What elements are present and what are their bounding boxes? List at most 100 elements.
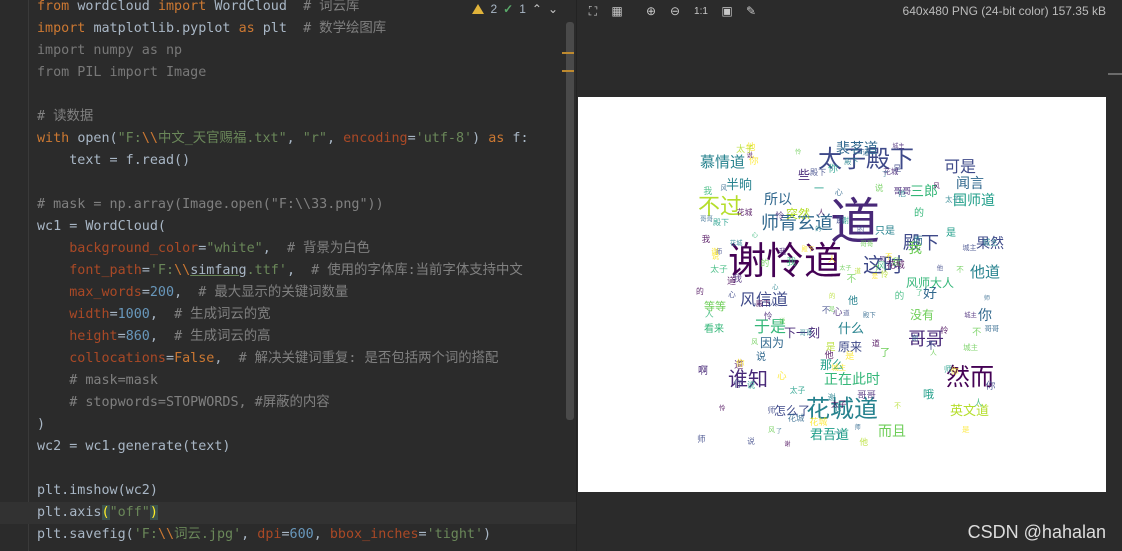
inspection-widget[interactable]: 2 ✓ 1 ⌃ ⌄ <box>472 2 558 16</box>
code-line[interactable]: wc2 = wc1.generate(text) <box>37 436 576 458</box>
code-token: import <box>37 21 94 36</box>
code-token: as <box>488 131 513 146</box>
wordcloud-word: 是 <box>828 305 835 313</box>
code-token: encoding <box>343 131 408 146</box>
wordcloud-word: 我 <box>778 246 787 256</box>
code-token: text = f.read() <box>37 153 191 168</box>
wordcloud-word: 道 <box>862 148 870 158</box>
warning-marker[interactable] <box>562 52 574 54</box>
code-line[interactable]: width=1000, # 生成词云的宽 <box>37 304 576 326</box>
wordcloud-word: 殿下 <box>844 156 859 166</box>
code-line[interactable]: text = f.read() <box>37 150 576 172</box>
wordcloud-word: 心 <box>772 283 779 292</box>
wordcloud-word: 些 <box>798 168 811 182</box>
wordcloud-word: 太子 <box>710 264 728 275</box>
zoom-out-icon[interactable]: ⊖ <box>667 3 683 19</box>
wordcloud-word: 哥哥 <box>860 240 874 249</box>
wordcloud-word: 你 <box>985 380 996 392</box>
wordcloud-word: 不 <box>956 265 964 275</box>
wordcloud-word: 风 <box>751 338 759 347</box>
code-line[interactable]: # mask=mask <box>37 370 576 392</box>
code-token: # 数学绘图库 <box>303 21 387 36</box>
wordcloud-word: 不 <box>894 401 902 410</box>
code-token: from PIL import Image <box>37 65 207 80</box>
chevron-up-icon[interactable]: ⌃ <box>532 2 542 16</box>
wordcloud-word: 而且 <box>878 424 906 440</box>
wordcloud-word: 风 <box>720 184 728 193</box>
wordcloud-word: 是 <box>946 228 956 239</box>
code-token: plt <box>262 21 304 36</box>
wordcloud-word: 人 <box>817 207 826 217</box>
wordcloud-word: 心 <box>728 289 736 299</box>
image-viewer: ⛶ ▦ ⊕ ⊖ 1:1 ▣ ✎ 640x480 PNG (24-bit colo… <box>577 0 1122 551</box>
code-line[interactable]: plt.savefig('F:\\词云.jpg', dpi=600, bbox_… <box>37 524 576 546</box>
code-line[interactable] <box>37 172 576 194</box>
wordcloud-word: 突然 <box>786 207 811 221</box>
code-token: 'F: <box>133 527 158 542</box>
grid-icon[interactable]: ▦ <box>609 3 625 19</box>
code-token: = <box>407 131 416 146</box>
wordcloud-word: 太子 <box>830 400 847 410</box>
wordcloud-word: 他 <box>936 264 944 272</box>
code-token: max_words <box>69 285 142 300</box>
code-token: 200 <box>149 285 175 300</box>
wordcloud-word: 太子 <box>945 194 960 204</box>
code-line[interactable]: font_path='F:\\simfang.ttf', # 使用的字体库:当前… <box>37 260 576 282</box>
code-line[interactable]: import numpy as np <box>37 40 576 62</box>
wordcloud-word: 哦 <box>923 388 934 401</box>
code-token: # 背景为白色 <box>286 241 371 256</box>
code-line[interactable]: max_words=200, # 最大显示的关键词数量 <box>37 282 576 304</box>
color-picker-icon[interactable]: ✎ <box>743 3 759 19</box>
wordcloud-word: 人 <box>827 254 836 265</box>
code-token: , <box>326 131 344 146</box>
code-token: plt.imshow(wc2) <box>37 483 158 498</box>
code-token: .ttf' <box>246 263 287 278</box>
code-token: = <box>117 329 126 344</box>
code-line[interactable]: collocations=False, # 解决关键词重复: 是否包括两个词的搭… <box>37 348 576 370</box>
wordcloud-word: 哥哥 <box>893 187 912 198</box>
wordcloud-word: 说 <box>874 184 884 194</box>
warning-marker[interactable] <box>562 70 574 72</box>
code-token: 'tight' <box>426 527 484 542</box>
wordcloud-word: 的 <box>894 290 905 302</box>
code-editor[interactable]: from wordcloud import WordCloud # 词云库 imp… <box>0 0 576 551</box>
code-line[interactable] <box>37 458 576 480</box>
code-line[interactable]: plt.axis("off") <box>0 502 576 524</box>
code-line[interactable]: ) <box>37 414 576 436</box>
chevron-down-icon[interactable]: ⌄ <box>548 2 558 16</box>
code-line[interactable]: import matplotlib.pyplot as plt # 数学绘图库 <box>37 18 576 40</box>
background-icon[interactable]: ▣ <box>719 3 735 19</box>
wordcloud-word: 师 <box>767 406 776 416</box>
wordcloud-word: 看来 <box>704 324 724 335</box>
code-line[interactable]: wc1 = WordCloud( <box>37 216 576 238</box>
code-area[interactable]: from wordcloud import WordCloud # 词云库 imp… <box>0 0 576 546</box>
code-token: width <box>69 307 110 322</box>
code-line[interactable]: # 读数据 <box>37 106 576 128</box>
code-line[interactable]: background_color="white", # 背景为白色 <box>37 238 576 260</box>
wordcloud-word: 了 <box>881 170 889 178</box>
code-token: plt.axis <box>37 505 102 520</box>
code-line[interactable]: # mask = np.array(Image.open("F:\\33.png… <box>37 194 576 216</box>
wordcloud-word: 风 <box>768 425 776 434</box>
wordcloud-word: 师 <box>697 434 706 445</box>
wordcloud-word: 人 <box>768 297 778 308</box>
fit-screen-icon[interactable]: ⛶ <box>585 3 601 19</box>
code-line[interactable]: with open("F:\\中文_天官赐福.txt", "r", encodi… <box>37 128 576 150</box>
code-line[interactable]: from PIL import Image <box>37 62 576 84</box>
wordcloud-word: 花城 <box>729 239 743 248</box>
code-line[interactable] <box>37 84 576 106</box>
vertical-scrollbar[interactable] <box>566 22 574 420</box>
code-token: # mask=mask <box>69 373 158 388</box>
code-line[interactable]: height=860, # 生成词云的高 <box>37 326 576 348</box>
code-token: height <box>69 329 118 344</box>
code-line[interactable]: plt.imshow(wc2) <box>37 480 576 502</box>
wordcloud-word: 他 <box>859 437 869 448</box>
zoom-in-icon[interactable]: ⊕ <box>643 3 659 19</box>
actual-size-icon[interactable]: 1:1 <box>691 3 711 19</box>
code-line[interactable]: # stopwords=STOPWORDS, #屏蔽的内容 <box>37 392 576 414</box>
wordcloud-word: 城主 <box>892 143 905 151</box>
code-token: "F: <box>117 131 142 146</box>
wordcloud-word: 哥哥 <box>700 214 713 223</box>
wordcloud-word: 谢 <box>784 440 791 448</box>
